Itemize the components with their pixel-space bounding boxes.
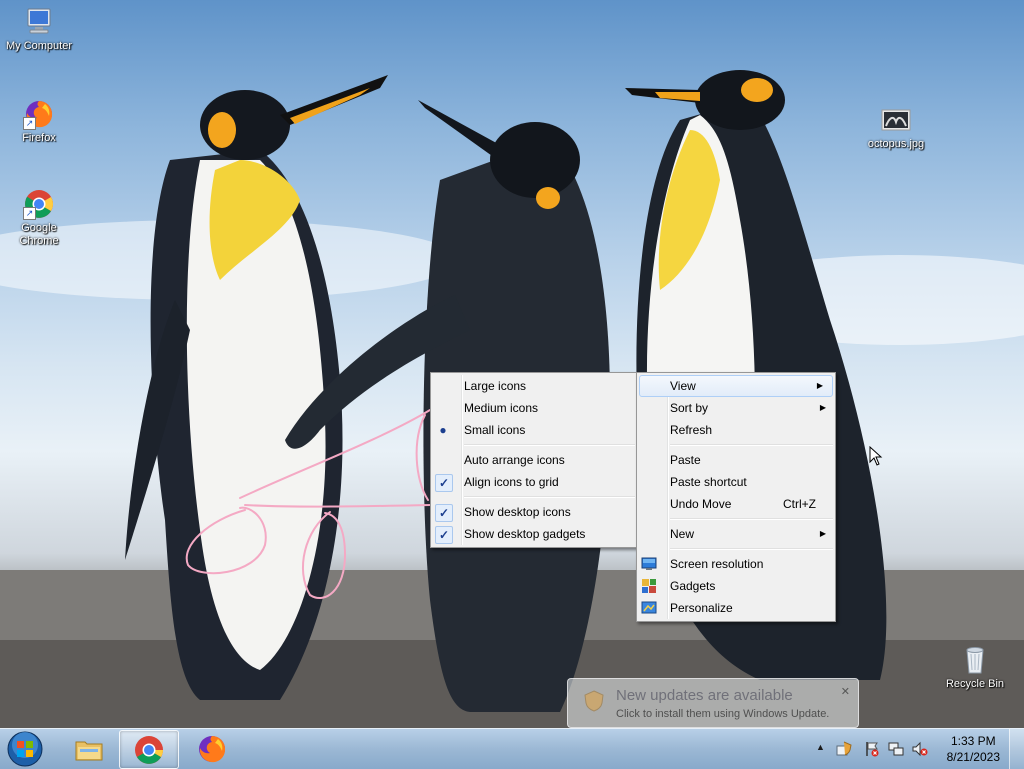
menu-item-gadgets[interactable]: Gadgets xyxy=(637,575,835,597)
chrome-icon: ↗ xyxy=(23,188,55,220)
menu-item-medium-icons[interactable]: Medium icons xyxy=(431,397,637,419)
start-button[interactable] xyxy=(6,730,44,768)
menu-item-show-desktop-icons[interactable]: ✓ Show desktop icons xyxy=(431,501,637,523)
desktop-icon-google-chrome[interactable]: ↗ Google Chrome xyxy=(1,188,77,248)
submenu-arrow-icon: ▶ xyxy=(816,381,823,390)
notification-close-button[interactable]: ✕ xyxy=(841,685,850,698)
menu-item-label: View xyxy=(670,379,696,393)
image-file-icon xyxy=(880,104,912,136)
menu-item-align-icons-to-grid[interactable]: ✓ Align icons to grid xyxy=(431,471,637,493)
menu-separator xyxy=(670,518,833,520)
desktop-icon-label: My Computer xyxy=(5,40,73,52)
windows-update-notification[interactable]: New updates are available Click to insta… xyxy=(567,678,859,728)
menu-item-label: Paste shortcut xyxy=(670,475,747,489)
personalize-icon xyxy=(641,601,657,614)
menu-item-label: Refresh xyxy=(670,423,713,437)
firefox-icon xyxy=(199,736,226,763)
windows-update-icon[interactable] xyxy=(836,741,852,757)
checkmark-icon: ✓ xyxy=(435,504,453,522)
menu-separator xyxy=(670,548,833,550)
desktop-icon-label: Recycle Bin xyxy=(945,678,1005,690)
clock-time: 1:33 PM xyxy=(950,734,996,748)
notification-text: Click to install them using Windows Upda… xyxy=(616,708,830,720)
menu-item-label: Align icons to grid xyxy=(464,475,559,489)
mouse-cursor-icon xyxy=(869,446,883,466)
network-icon[interactable] xyxy=(888,741,904,757)
view-submenu: Large icons Medium icons ● Small icons A… xyxy=(430,372,638,548)
menu-item-label: Gadgets xyxy=(670,579,716,593)
taskbar-firefox-button[interactable] xyxy=(183,730,241,767)
menu-item-label: Sort by xyxy=(670,401,709,415)
gadgets-icon xyxy=(642,579,656,593)
show-desktop-button[interactable] xyxy=(1009,729,1024,769)
menu-item-label: New xyxy=(670,527,695,541)
firefox-icon: ↗ xyxy=(23,98,55,130)
desktop-icon-firefox[interactable]: ↗ Firefox xyxy=(1,98,77,145)
desktop-context-menu: View ▶ Sort by ▶ Refresh Paste Paste sho… xyxy=(636,372,836,622)
menu-item-label: Small icons xyxy=(464,423,526,437)
show-hidden-icons-button[interactable]: ▲ xyxy=(816,742,825,752)
screen-resolution-icon xyxy=(641,557,657,570)
menu-item-personalize[interactable]: Personalize xyxy=(637,597,835,619)
menu-item-label: Personalize xyxy=(670,601,733,615)
desktop-icon-label: Google Chrome xyxy=(19,222,59,247)
menu-separator xyxy=(464,496,635,498)
submenu-arrow-icon: ▶ xyxy=(819,403,826,412)
clock-date: 8/21/2023 xyxy=(946,750,1000,764)
system-tray: ▲ 1:33 PM 8/21/2023 xyxy=(812,729,1024,769)
taskbar-chrome-button[interactable] xyxy=(119,730,179,769)
menu-item-label: Screen resolution xyxy=(670,557,764,571)
submenu-arrow-icon: ▶ xyxy=(819,529,826,538)
menu-item-undo-move[interactable]: Undo Move Ctrl+Z xyxy=(637,493,835,515)
menu-item-refresh[interactable]: Refresh xyxy=(637,419,835,441)
menu-separator xyxy=(670,444,833,446)
chrome-icon xyxy=(135,736,163,764)
explorer-icon xyxy=(75,741,103,761)
shortcut-arrow-icon: ↗ xyxy=(23,207,36,220)
menu-separator xyxy=(464,444,635,446)
windows-update-shield-icon xyxy=(584,690,604,712)
menu-item-shortcut: Ctrl+Z xyxy=(783,497,816,511)
desktop-icon-recycle-bin[interactable]: Recycle Bin xyxy=(937,644,1013,691)
action-center-flag-icon[interactable] xyxy=(864,741,880,757)
menu-item-label: Auto arrange icons xyxy=(464,453,565,467)
checkmark-icon: ✓ xyxy=(435,474,453,492)
taskbar-explorer-button[interactable] xyxy=(60,730,118,767)
menu-item-label: Large icons xyxy=(464,379,527,393)
menu-item-label: Undo Move xyxy=(670,497,732,511)
menu-item-paste[interactable]: Paste xyxy=(637,449,835,471)
menu-item-label: Paste xyxy=(670,453,701,467)
menu-item-label: Medium icons xyxy=(464,401,539,415)
menu-item-label: Show desktop icons xyxy=(464,505,571,519)
menu-item-sort-by[interactable]: Sort by ▶ xyxy=(637,397,835,419)
desktop-icon-my-computer[interactable]: My Computer xyxy=(1,6,77,53)
desktop-icon-label: Firefox xyxy=(22,132,56,144)
taskbar-clock[interactable]: 1:33 PM 8/21/2023 xyxy=(947,733,1000,765)
taskbar: ▲ 1:33 PM 8/21/2023 xyxy=(0,728,1024,769)
menu-item-new[interactable]: New ▶ xyxy=(637,523,835,545)
radio-dot-icon: ● xyxy=(439,423,447,437)
menu-item-large-icons[interactable]: Large icons xyxy=(431,375,637,397)
menu-item-screen-resolution[interactable]: Screen resolution xyxy=(637,553,835,575)
shortcut-arrow-icon: ↗ xyxy=(23,117,36,130)
menu-item-view[interactable]: View ▶ xyxy=(639,375,833,397)
menu-item-auto-arrange-icons[interactable]: Auto arrange icons xyxy=(431,449,637,471)
menu-item-label: Show desktop gadgets xyxy=(464,527,586,541)
checkmark-icon: ✓ xyxy=(435,526,453,544)
menu-item-small-icons[interactable]: ● Small icons xyxy=(431,419,637,441)
menu-item-paste-shortcut[interactable]: Paste shortcut xyxy=(637,471,835,493)
desktop-icon-label: octopus.jpg xyxy=(867,138,925,150)
menu-item-show-desktop-gadgets[interactable]: ✓ Show desktop gadgets xyxy=(431,523,637,545)
recycle-bin-icon xyxy=(959,644,991,676)
desktop-icon-octopus-jpg[interactable]: octopus.jpg xyxy=(858,104,934,151)
computer-icon xyxy=(23,6,55,38)
notification-title: New updates are available xyxy=(616,687,793,704)
volume-muted-icon[interactable] xyxy=(912,741,928,757)
